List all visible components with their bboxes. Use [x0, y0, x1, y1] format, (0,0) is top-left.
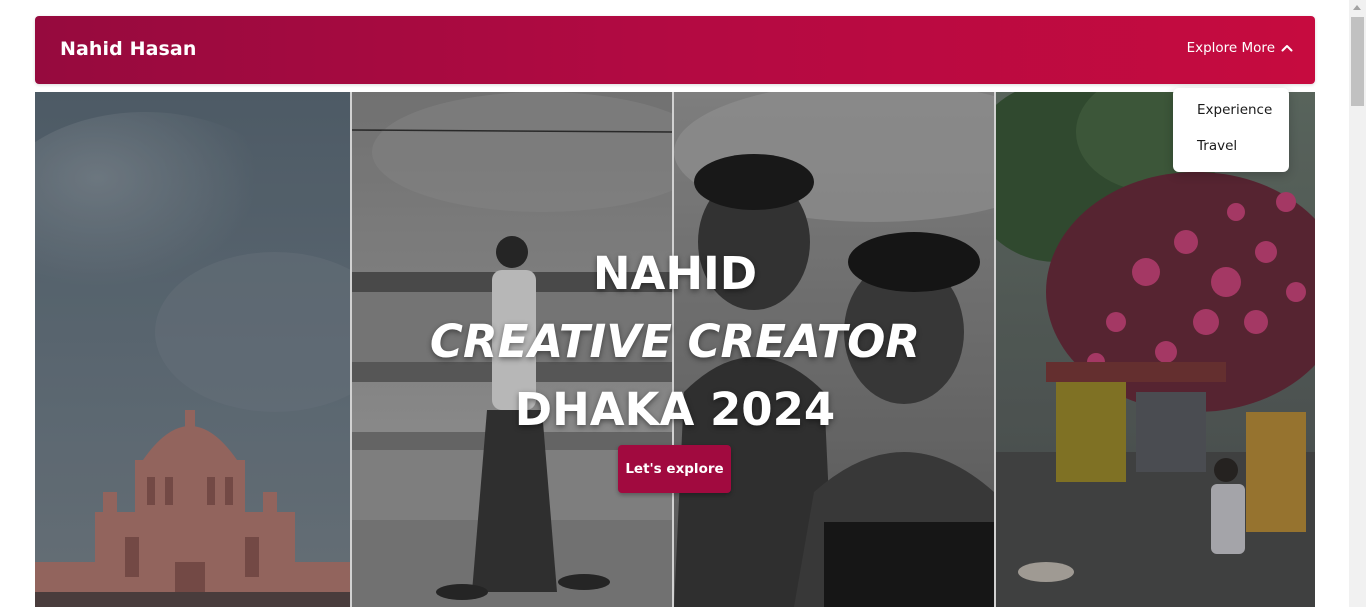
hero-line-place: DHAKA 2024 [514, 383, 836, 436]
hero-line-name: NAHID [592, 247, 758, 300]
dropdown-item-travel[interactable]: Travel [1197, 138, 1237, 154]
chevron-up-icon [1281, 44, 1293, 52]
hero-headline: NAHID CREATIVE CREATOR DHAKA 2024 [35, 240, 1315, 444]
dropdown-item-experience[interactable]: Experience [1197, 102, 1272, 118]
explore-dropdown-menu: Experience Travel [1173, 88, 1289, 172]
navbar: Nahid Hasan Explore More [35, 16, 1315, 84]
hero-line-role: CREATIVE CREATOR [429, 315, 921, 368]
scroll-thumb[interactable] [1351, 17, 1364, 106]
page: Nahid Hasan Explore More NAHID CREATIVE … [0, 0, 1366, 607]
brand-link[interactable]: Nahid Hasan [60, 38, 196, 60]
lets-explore-button[interactable]: Let's explore [618, 445, 731, 493]
page-scrollbar[interactable] [1349, 0, 1366, 607]
explore-more-toggle[interactable]: Explore More [1187, 40, 1293, 56]
hero-section: NAHID CREATIVE CREATOR DHAKA 2024 Let's … [35, 92, 1315, 607]
explore-more-label: Explore More [1186, 40, 1275, 56]
scroll-up-arrow-icon[interactable] [1353, 5, 1361, 10]
